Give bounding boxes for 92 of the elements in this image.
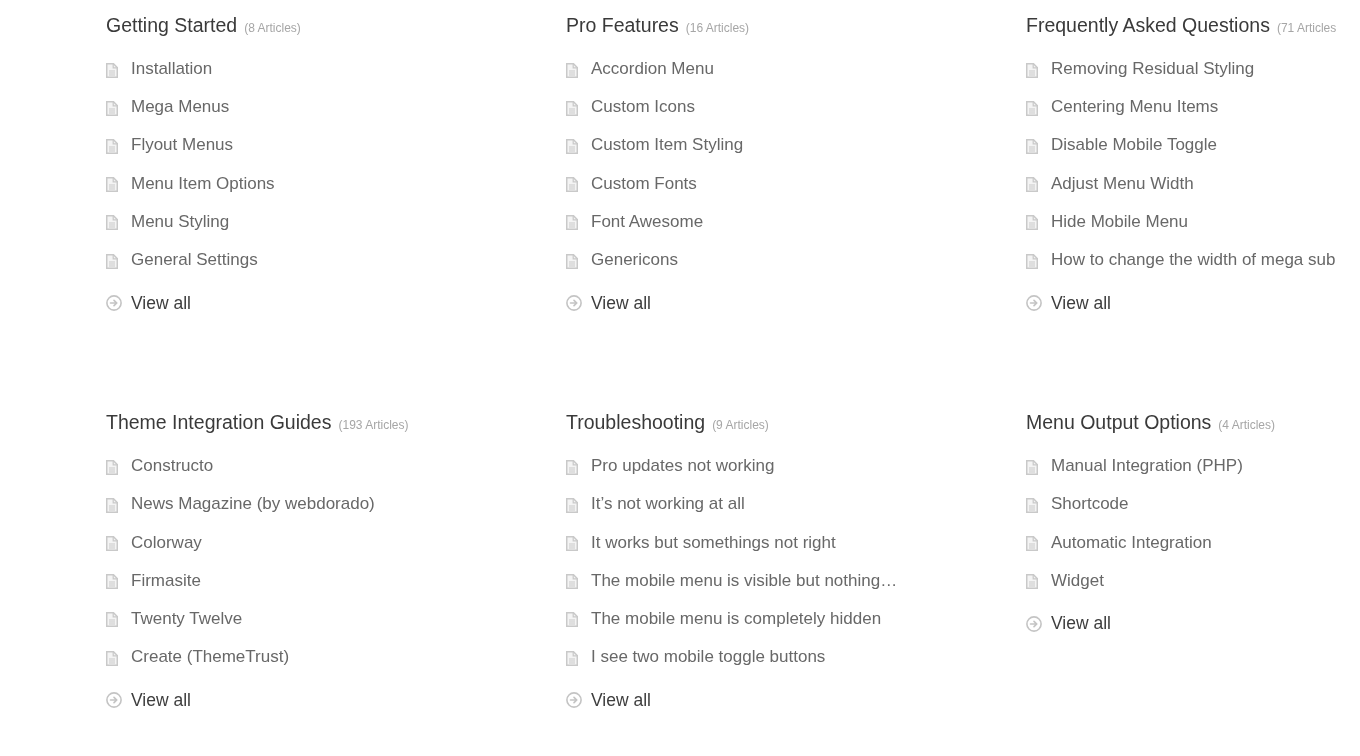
article-count: (8 Articles) [244, 21, 301, 35]
article-link[interactable]: The mobile menu is visible but nothing… [591, 570, 898, 591]
article-link[interactable]: Disable Mobile Toggle [1051, 135, 1217, 156]
document-icon [566, 574, 578, 590]
article-link[interactable]: How to change the width of mega sub [1051, 250, 1336, 271]
document-icon [106, 536, 118, 552]
article-link[interactable]: Pro updates not working [591, 456, 775, 477]
document-icon [106, 62, 118, 78]
view-all-link[interactable]: View all [1051, 292, 1111, 314]
category-title[interactable]: Troubleshooting [566, 408, 706, 437]
document-icon [566, 459, 578, 475]
arrow-circle-icon [1026, 615, 1042, 632]
document-icon [566, 177, 578, 193]
document-icon [106, 612, 118, 628]
document-icon [1026, 62, 1038, 78]
arrow-circle-icon [106, 692, 122, 709]
article-link[interactable]: Shortcode [1051, 494, 1129, 515]
document-icon [1026, 459, 1038, 475]
document-icon [566, 253, 578, 269]
article-link[interactable]: Mega Menus [131, 97, 230, 118]
arrow-circle-icon [106, 295, 122, 312]
view-all-link[interactable]: View all [591, 689, 651, 711]
document-icon [566, 100, 578, 116]
category-title[interactable]: Theme Integration Guides [106, 408, 332, 437]
article-link[interactable]: Custom Fonts [591, 173, 697, 194]
document-icon [1026, 215, 1038, 231]
document-icon [106, 574, 118, 590]
article-link[interactable]: Genericons [591, 250, 678, 271]
article-link[interactable]: Constructo [131, 456, 214, 477]
article-link[interactable]: Colorway [131, 532, 202, 553]
arrow-circle-icon [1026, 295, 1042, 312]
article-link[interactable]: It’s not working at all [591, 494, 745, 515]
article-count: (4 Articles) [1218, 418, 1276, 433]
document-icon [106, 215, 118, 231]
document-icon [566, 497, 578, 513]
arrow-circle-icon [566, 692, 582, 709]
article-count: (9 Articles) [712, 418, 769, 433]
article-link[interactable]: Custom Icons [591, 97, 695, 118]
category-title[interactable]: Frequently Asked Questions [1026, 11, 1270, 39]
article-count: (71 Articles [1276, 21, 1337, 35]
document-icon [106, 177, 118, 193]
document-icon [1026, 253, 1038, 269]
article-link[interactable]: Widget [1051, 570, 1104, 591]
document-icon [566, 612, 578, 628]
article-link[interactable]: Accordion Menu [591, 59, 714, 80]
category-title[interactable]: Getting Started [106, 11, 238, 39]
document-icon [106, 253, 118, 269]
document-icon [1026, 177, 1038, 193]
article-count: (193 Articles) [338, 418, 409, 433]
article-link[interactable]: Manual Integration (PHP) [1051, 456, 1243, 477]
article-link[interactable]: I see two mobile toggle buttons [591, 647, 826, 668]
article-link[interactable]: Centering Menu Items [1051, 97, 1219, 118]
document-icon [566, 215, 578, 231]
view-all-link[interactable]: View all [1051, 613, 1111, 635]
document-icon [1026, 497, 1038, 513]
category-title[interactable]: Menu Output Options [1026, 408, 1212, 437]
article-link[interactable]: News Magazine (by webdorado) [131, 494, 375, 515]
article-link[interactable]: It works but somethings not right [591, 532, 836, 553]
article-link[interactable]: Menu Styling [131, 211, 230, 232]
view-all-link[interactable]: View all [591, 292, 651, 314]
view-all-link[interactable]: View all [131, 292, 191, 314]
document-icon [566, 62, 578, 78]
document-icon [1026, 536, 1038, 552]
article-count: (16 Articles) [685, 21, 750, 35]
document-icon [1026, 138, 1038, 154]
article-link[interactable]: Hide Mobile Menu [1051, 211, 1188, 232]
document-icon [106, 497, 118, 513]
document-icon [106, 100, 118, 116]
article-link[interactable]: Automatic Integration [1051, 532, 1212, 553]
document-icon [1026, 100, 1038, 116]
document-icon [566, 138, 578, 154]
category-title[interactable]: Pro Features [566, 11, 679, 39]
article-link[interactable]: General Settings [131, 250, 258, 271]
article-link[interactable]: Adjust Menu Width [1051, 173, 1194, 194]
article-link[interactable]: Menu Item Options [131, 173, 275, 194]
article-link[interactable]: Custom Item Styling [591, 135, 744, 156]
arrow-circle-icon [566, 295, 582, 312]
document-icon [566, 536, 578, 552]
document-icon [566, 650, 578, 666]
article-link[interactable]: Create (ThemeTrust) [131, 647, 290, 668]
article-link[interactable]: Installation [131, 59, 213, 80]
article-link[interactable]: Removing Residual Styling [1051, 59, 1255, 80]
document-icon [106, 138, 118, 154]
document-icon [106, 459, 118, 475]
view-all-link[interactable]: View all [131, 689, 191, 711]
document-icon [106, 650, 118, 666]
article-link[interactable]: The mobile menu is completely hidden [591, 608, 882, 629]
article-link[interactable]: Flyout Menus [131, 135, 234, 156]
article-link[interactable]: Firmasite [131, 570, 201, 591]
document-icon [1026, 574, 1038, 590]
article-link[interactable]: Font Awesome [591, 211, 704, 232]
article-link[interactable]: Twenty Twelve [131, 608, 243, 629]
